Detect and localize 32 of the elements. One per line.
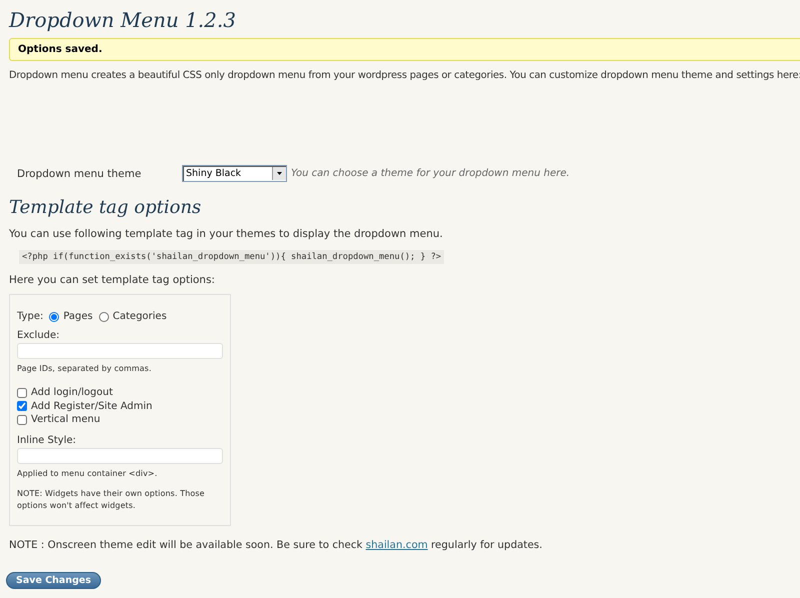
option-checkbox[interactable] — [17, 388, 27, 398]
caret-icon — [272, 167, 286, 180]
template-text: You can use following template tag in your themes to display the dropdown menu. — [9, 228, 444, 240]
section-heading: Template tag options — [9, 196, 202, 220]
type-radio[interactable] — [49, 312, 60, 322]
page-title: Dropdown Menu 1.2.3 — [9, 7, 237, 34]
option-checkbox[interactable] — [17, 414, 27, 425]
type-label: Type: — [17, 311, 44, 322]
theme-hint: You can choose a theme for your dropdown menu here. — [291, 168, 570, 179]
exclude-label: Exclude: — [17, 330, 61, 341]
exclude-field[interactable] — [17, 343, 223, 359]
theme-select[interactable]: Shiny Black — [182, 165, 287, 182]
inline-style-field[interactable] — [17, 448, 223, 464]
footer-note: NOTE : Onscreen theme edit will be available soon. Be sure to check shailan.com regularly for updates. — [9, 539, 544, 551]
widgets-note: NOTE: Widgets have their own options. Those options won't affect widgets. — [17, 488, 206, 512]
option-checkbox[interactable] — [17, 401, 27, 412]
site-link[interactable]: shailan.com — [366, 539, 428, 551]
type-radio[interactable] — [98, 312, 109, 322]
inline-style-hint: Applied to menu container <div>. — [17, 468, 158, 480]
radio-label: Pages — [63, 311, 93, 322]
checkbox-label: Add Register/Site Admin — [31, 400, 152, 412]
save-button[interactable]: Save Changes — [6, 572, 102, 589]
intro-text: Dropdown menu creates a beautiful CSS only dropdown menu from your wordpress pages or categories. You can customize dropdown menu theme and settings here: — [9, 70, 800, 81]
code-snippet: <?php if(function_exists('shailan_dropdown_menu')){ shailan_dropdown_menu(); } ?> — [19, 250, 444, 264]
radio-label: Categories — [112, 311, 167, 322]
exclude-hint: Page IDs, separated by commas. — [17, 363, 152, 375]
checkbox-label: Add login/logout — [31, 387, 113, 398]
inline-style-label: Inline Style: — [17, 434, 77, 446]
checkbox-label: Vertical menu — [31, 414, 100, 426]
options-text: Here you can set template tag options: — [9, 274, 216, 286]
notice-message: Options saved. — [9, 38, 800, 61]
theme-label: Dropdown menu theme — [17, 168, 142, 180]
